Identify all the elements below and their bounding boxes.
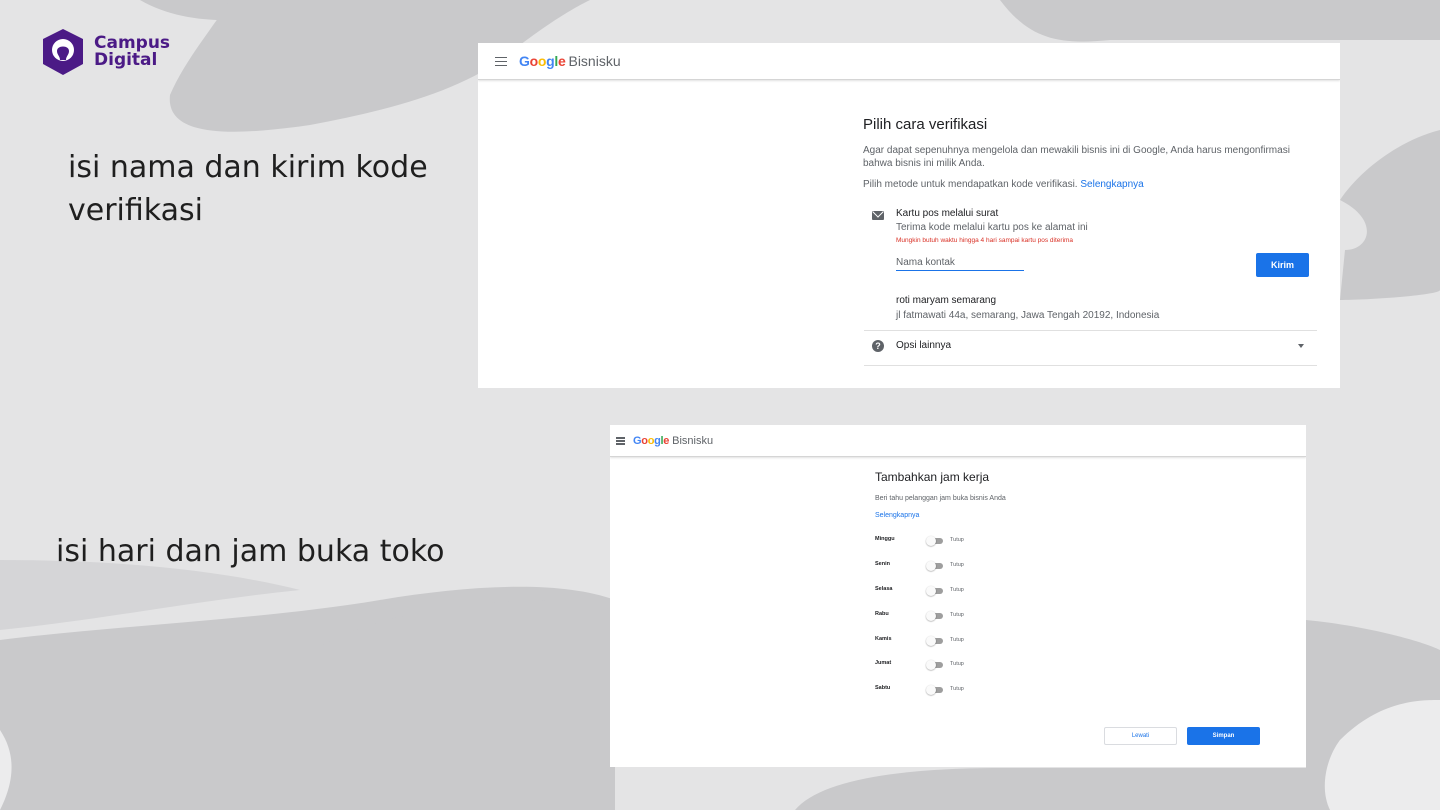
day-status: Tutup bbox=[950, 612, 964, 618]
skip-button[interactable]: Lewati bbox=[1104, 727, 1177, 745]
option-warning: Mungkin butuh waktu hingga 4 hari sampai… bbox=[896, 237, 1074, 244]
verification-description: Agar dapat sepenuhnya mengelola dan mewa… bbox=[863, 145, 1290, 169]
day-label: Minggu bbox=[875, 536, 895, 542]
learn-more-link[interactable]: Selengkapnya bbox=[1080, 179, 1143, 190]
divider bbox=[864, 365, 1317, 366]
day-label: Rabu bbox=[875, 611, 889, 617]
more-options-label[interactable]: Opsi lainnya bbox=[896, 340, 951, 351]
open-toggle[interactable] bbox=[926, 561, 943, 571]
day-row-senin: Senin Tutup bbox=[875, 559, 1075, 573]
open-toggle[interactable] bbox=[926, 536, 943, 546]
divider bbox=[864, 330, 1317, 331]
product-name: Bisnisku bbox=[568, 53, 621, 69]
day-label: Senin bbox=[875, 561, 890, 567]
google-my-business-logo[interactable]: Google Bisnisku bbox=[519, 53, 621, 69]
postcard-option[interactable]: Kartu pos melalui surat Terima kode mela… bbox=[863, 208, 1318, 248]
contact-name-field[interactable] bbox=[896, 257, 1024, 271]
learn-more-link[interactable]: Selengkapnya bbox=[875, 512, 919, 519]
day-status: Tutup bbox=[950, 686, 964, 692]
day-row-jumat: Jumat Tutup bbox=[875, 658, 1075, 672]
campus-digital-logo: Campus Digital bbox=[40, 27, 170, 77]
business-hours-screenshot: Google Bisnisku Tambahkan jam kerja Beri… bbox=[610, 425, 1306, 767]
day-label: Sabtu bbox=[875, 685, 891, 691]
option-subtitle: Terima kode melalui kartu pos ke alamat … bbox=[896, 222, 1088, 233]
open-toggle[interactable] bbox=[926, 611, 943, 621]
option-title: Kartu pos melalui surat bbox=[896, 208, 999, 219]
google-my-business-logo[interactable]: Google Bisnisku bbox=[633, 435, 713, 447]
day-status: Tutup bbox=[950, 562, 964, 568]
business-address: jl fatmawati 44a, semarang, Jawa Tengah … bbox=[896, 310, 1160, 321]
day-label: Kamis bbox=[875, 636, 892, 642]
day-status: Tutup bbox=[950, 537, 964, 543]
google-header-bar: Google Bisnisku bbox=[610, 425, 1306, 457]
verification-panel: Pilih cara verifikasi Agar dapat sepenuh… bbox=[863, 116, 1318, 190]
open-toggle[interactable] bbox=[926, 660, 943, 670]
day-status: Tutup bbox=[950, 587, 964, 593]
verification-screenshot: Google Bisnisku Pilih cara verifikasi Ag… bbox=[478, 43, 1340, 388]
google-header-bar: Google Bisnisku bbox=[478, 43, 1340, 80]
day-label: Selasa bbox=[875, 586, 893, 592]
google-wordmark: Google bbox=[633, 434, 670, 447]
page-title: Pilih cara verifikasi bbox=[863, 116, 988, 133]
menu-icon[interactable] bbox=[616, 437, 625, 445]
save-button[interactable]: Simpan bbox=[1187, 727, 1260, 745]
business-name: roti maryam semarang bbox=[896, 295, 997, 306]
caption-step-verification: isi nama dan kirim kode verifikasi bbox=[68, 150, 428, 228]
day-label: Jumat bbox=[875, 660, 892, 666]
day-row-minggu: Minggu Tutup bbox=[875, 534, 1075, 548]
send-button[interactable]: Kirim bbox=[1256, 253, 1309, 277]
menu-icon[interactable] bbox=[495, 56, 507, 66]
day-status: Tutup bbox=[950, 661, 964, 667]
day-row-selasa: Selasa Tutup bbox=[875, 584, 1075, 598]
shield-bulb-icon bbox=[43, 29, 83, 75]
mail-icon bbox=[872, 211, 884, 220]
hours-description: Beri tahu pelanggan jam buka bisnis Anda bbox=[875, 495, 1006, 502]
page-title: Tambahkan jam kerja bbox=[875, 470, 990, 484]
caption-step-hours: isi hari dan jam buka toko bbox=[56, 534, 445, 569]
open-toggle[interactable] bbox=[926, 685, 943, 695]
product-name: Bisnisku bbox=[672, 434, 714, 447]
google-wordmark: Google bbox=[519, 53, 566, 69]
method-instruction: Pilih metode untuk mendapatkan kode veri… bbox=[863, 179, 1144, 190]
day-status: Tutup bbox=[950, 637, 964, 643]
day-row-sabtu: Sabtu Tutup bbox=[875, 683, 1075, 697]
day-row-kamis: Kamis Tutup bbox=[875, 634, 1075, 648]
day-row-rabu: Rabu Tutup bbox=[875, 609, 1075, 623]
dropdown-arrow-icon[interactable] bbox=[1298, 344, 1304, 348]
help-icon: ? bbox=[872, 340, 884, 352]
open-toggle[interactable] bbox=[926, 586, 943, 596]
brand-name-line2: Digital bbox=[94, 50, 158, 70]
open-toggle[interactable] bbox=[926, 636, 943, 646]
